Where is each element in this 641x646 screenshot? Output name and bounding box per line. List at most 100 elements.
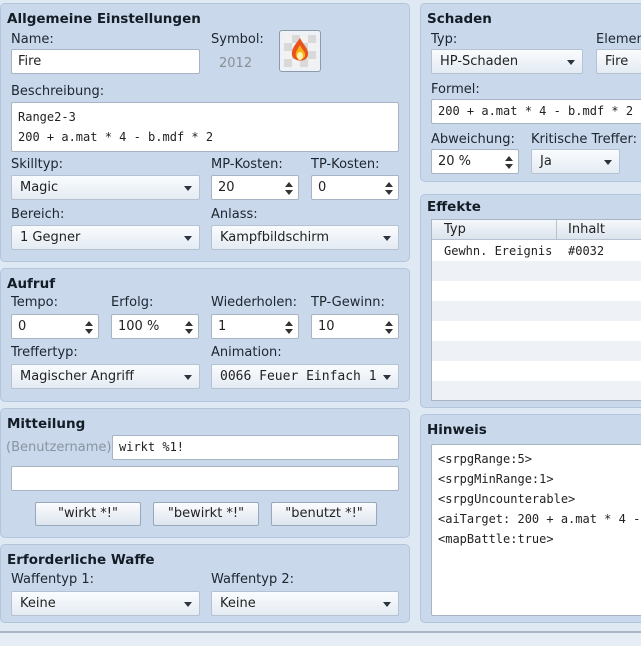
spin-down-icon[interactable] [385, 190, 393, 195]
general-settings-panel: Allgemeine Einstellungen Name: Fire Symb… [0, 3, 410, 262]
skill-type-value: Magic [20, 180, 59, 195]
note-textarea[interactable]: <srpgRange:5> <srpgMinRange:1> <srpgUncoun… [431, 444, 641, 616]
chevron-down-icon [184, 602, 192, 607]
animation-value: 0066 Feuer Einfach 1 [220, 369, 377, 384]
column-content-header[interactable]: Inhalt [568, 220, 605, 239]
weapon-type-2-select[interactable]: Keine [211, 591, 399, 616]
message-line-1-input[interactable]: wirkt %1! [112, 435, 399, 460]
spin-down-icon[interactable] [285, 329, 293, 334]
hit-type-label: Treffertyp: [11, 345, 78, 360]
effect-type-cell: Gewhn. Ereignis [444, 244, 553, 258]
mp-cost-stepper[interactable]: 20 [211, 175, 299, 200]
hit-type-value: Magischer Angriff [20, 369, 134, 384]
spin-down-icon[interactable] [85, 329, 93, 334]
weapon-type-2-value: Keine [220, 596, 256, 611]
formula-input[interactable]: 200 + a.mat * 4 - b.mdf * 2 [431, 99, 641, 124]
chevron-down-icon [567, 60, 575, 65]
spin-down-icon[interactable] [285, 190, 293, 195]
symbol-icon-button[interactable] [279, 30, 321, 72]
repeat-stepper[interactable]: 1 [211, 314, 299, 339]
effects-row[interactable]: Gewhn. Ereignis #0032 [432, 241, 641, 261]
bewirkt-button[interactable]: "bewirkt *!" [153, 502, 259, 526]
element-label: Element [596, 32, 641, 47]
name-input[interactable]: Fire [11, 49, 200, 74]
invocation-panel: Aufruf Tempo: 0 Erfolg: 100 % Wiederhole… [0, 268, 410, 402]
column-separator[interactable] [556, 220, 557, 240]
speed-stepper[interactable]: 0 [11, 314, 99, 339]
effects-table[interactable]: Typ Inhalt Gewhn. Ereignis #0032 [431, 219, 641, 401]
message-panel: Mitteilung (Benutzername) wirkt %1! "wir… [0, 408, 410, 538]
variance-stepper[interactable]: 20 % [431, 149, 519, 174]
bottom-bar [0, 633, 641, 646]
description-line-1: Range2-3 [18, 110, 76, 124]
animation-label: Animation: [211, 345, 282, 360]
effects-table-header: Typ Inhalt [432, 220, 641, 240]
critical-hits-label: Kritische Treffer: [531, 132, 638, 147]
speed-label: Tempo: [11, 295, 58, 310]
weapon-type-1-label: Waffentyp 1: [11, 572, 95, 587]
symbol-index: 2012 [219, 56, 253, 71]
spin-down-icon[interactable] [385, 329, 393, 334]
name-label: Name: [11, 32, 54, 47]
spin-up-icon[interactable] [185, 321, 193, 326]
note-line: <srpgMinRange:1> [438, 472, 554, 486]
message-line-2-input[interactable] [11, 466, 399, 491]
occasion-select[interactable]: Kampfbildschirm [211, 225, 399, 250]
effects-empty-row[interactable] [432, 321, 641, 341]
scope-select[interactable]: 1 Gegner [11, 225, 200, 250]
chevron-down-icon [383, 375, 391, 380]
scope-label: Bereich: [11, 207, 65, 222]
wirkt-button[interactable]: "wirkt *!" [35, 502, 141, 526]
description-textarea[interactable]: Range2-3 200 + a.mat * 4 - b.mdf * 2 [11, 102, 399, 152]
effects-empty-row[interactable] [432, 381, 641, 400]
success-value: 100 % [118, 319, 160, 334]
spin-up-icon[interactable] [285, 321, 293, 326]
weapon-type-2-label: Waffentyp 2: [211, 572, 295, 587]
spin-up-icon[interactable] [85, 321, 93, 326]
tp-cost-stepper[interactable]: 0 [311, 175, 399, 200]
general-settings-title: Allgemeine Einstellungen [7, 11, 201, 27]
formula-label: Formel: [431, 82, 480, 97]
spin-up-icon[interactable] [285, 182, 293, 187]
skill-type-select[interactable]: Magic [11, 175, 200, 200]
effects-empty-row[interactable] [432, 261, 641, 281]
scope-value: 1 Gegner [20, 230, 81, 245]
effects-empty-row[interactable] [432, 301, 641, 321]
damage-type-select[interactable]: HP-Schaden [431, 49, 583, 74]
variance-label: Abweichung: [431, 132, 515, 147]
animation-select[interactable]: 0066 Feuer Einfach 1 [211, 364, 399, 389]
tp-cost-label: TP-Kosten: [311, 157, 380, 172]
damage-type-label: Typ: [431, 32, 458, 47]
success-label: Erfolg: [111, 295, 154, 310]
effects-panel: Effekte Typ Inhalt Gewhn. Ereignis #0032 [420, 194, 641, 408]
effects-empty-row[interactable] [432, 341, 641, 361]
critical-hits-select[interactable]: Ja [531, 149, 620, 174]
column-type-header[interactable]: Typ [444, 220, 466, 239]
benutzt-button[interactable]: "benutzt *!" [271, 502, 377, 526]
element-select[interactable]: Fire [596, 49, 641, 74]
chevron-down-icon [184, 186, 192, 191]
tp-gain-label: TP-Gewinn: [311, 295, 385, 310]
weapon-type-1-select[interactable]: Keine [11, 591, 200, 616]
tp-gain-stepper[interactable]: 10 [311, 314, 399, 339]
spin-down-icon[interactable] [505, 164, 513, 169]
note-line: <srpgUncounterable> [438, 492, 576, 506]
note-line: <aiTarget: 200 + a.mat * 4 - b [438, 512, 641, 526]
critical-hits-value: Ja [540, 154, 552, 169]
spin-down-icon[interactable] [185, 329, 193, 334]
spin-up-icon[interactable] [505, 156, 513, 161]
spin-up-icon[interactable] [385, 182, 393, 187]
spin-up-icon[interactable] [385, 321, 393, 326]
tp-gain-value: 10 [318, 319, 335, 334]
hit-type-select[interactable]: Magischer Angriff [11, 364, 200, 389]
chevron-down-icon [184, 236, 192, 241]
speed-value: 0 [18, 319, 27, 334]
effects-empty-row[interactable] [432, 361, 641, 381]
damage-panel: Schaden Typ: HP-Schaden Element Fire For… [420, 3, 641, 182]
fire-icon [284, 35, 316, 67]
chevron-down-icon [383, 602, 391, 607]
success-stepper[interactable]: 100 % [111, 314, 199, 339]
effects-empty-row[interactable] [432, 281, 641, 301]
effect-content-cell: #0032 [568, 244, 605, 258]
username-placeholder: (Benutzername) [6, 440, 112, 455]
